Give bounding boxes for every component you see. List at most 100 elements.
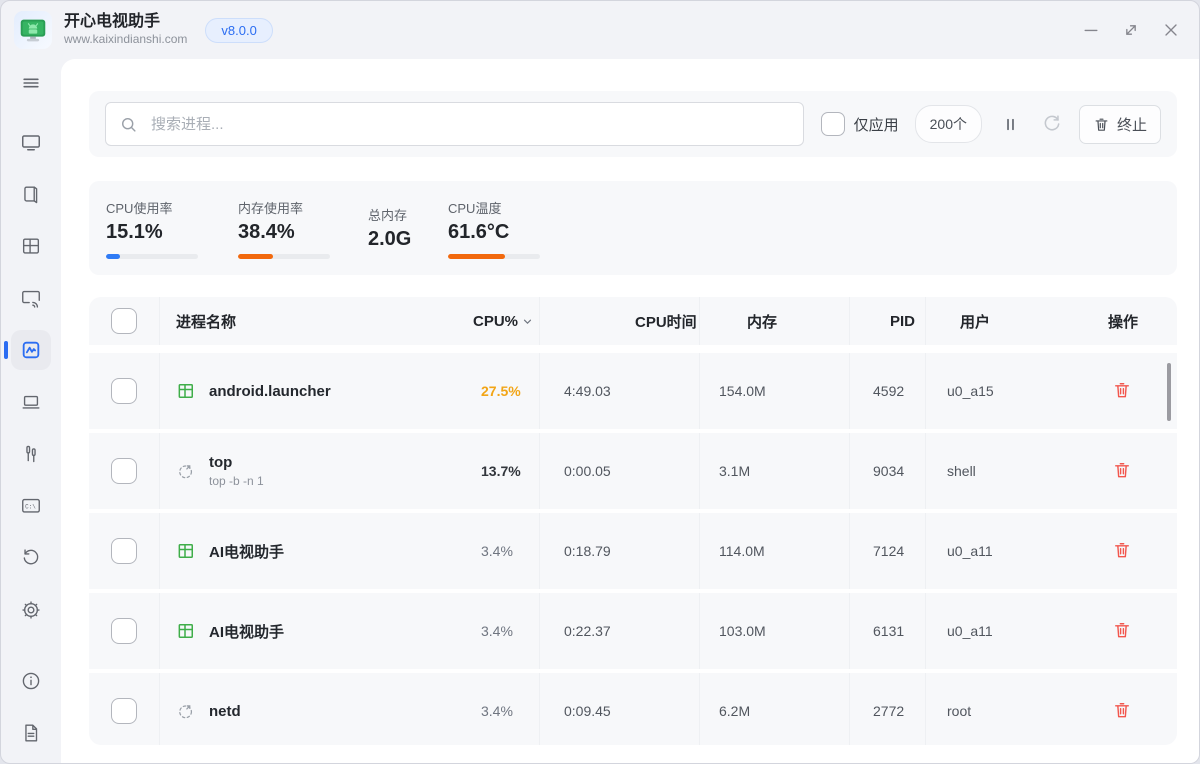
row-checkbox[interactable] xyxy=(111,378,137,404)
app-window-icon xyxy=(176,541,196,561)
sidebar-item-screencast[interactable] xyxy=(11,278,51,318)
process-name: netd xyxy=(209,702,241,720)
tools-icon xyxy=(26,445,36,463)
stat-progress-fill xyxy=(448,253,506,259)
cpu-time: 0:00.05 xyxy=(564,463,611,479)
header-user[interactable]: 用户 xyxy=(925,297,1069,345)
cpu-percent: 3.4% xyxy=(481,543,513,559)
header-pid[interactable]: PID xyxy=(849,297,925,345)
minimize-button[interactable] xyxy=(1079,18,1103,42)
sidebar-item-info[interactable] xyxy=(11,661,51,701)
cpu-percent: 13.7% xyxy=(481,463,521,479)
refresh-button[interactable] xyxy=(1040,112,1064,136)
sidebar-item-tools[interactable] xyxy=(11,434,51,474)
sidebar-item-settings[interactable] xyxy=(11,590,51,630)
apps-only-toggle[interactable]: 仅应用 xyxy=(820,112,899,136)
app-window-icon xyxy=(176,381,196,401)
table-row[interactable]: AI电视助手 3.4% 0:18.79 114.0M 7124 u0_a11 xyxy=(89,513,1177,589)
app-logo xyxy=(14,11,52,49)
search-input[interactable] xyxy=(149,114,790,134)
main-content: 仅应用 200个 终止 CPU使用率 15.1% xyxy=(61,59,1199,763)
sidebar: C:\ xyxy=(1,59,61,763)
stat-value: 2.0G xyxy=(368,228,412,250)
svg-text:C:\: C:\ xyxy=(25,503,36,510)
stat-progress-fill xyxy=(238,253,273,259)
terminate-button[interactable]: 终止 xyxy=(1078,104,1161,144)
stat-label: CPU温度 xyxy=(448,200,502,216)
row-checkbox[interactable] xyxy=(111,618,137,644)
process-icon xyxy=(176,461,196,481)
kill-process-button[interactable] xyxy=(1112,380,1134,402)
sidebar-item-apps[interactable] xyxy=(11,226,51,266)
header-cpu[interactable]: CPU% xyxy=(465,297,539,345)
header-memory[interactable]: 内存 xyxy=(699,297,849,345)
cpu-percent: 3.4% xyxy=(481,623,513,639)
refresh-icon xyxy=(1044,115,1060,131)
kill-process-button[interactable] xyxy=(1112,620,1134,642)
app-title: 开心电视助手 xyxy=(64,12,161,30)
row-checkbox[interactable] xyxy=(111,538,137,564)
maximize-icon xyxy=(1126,25,1136,35)
maximize-button[interactable] xyxy=(1119,18,1143,42)
memory: 6.2M xyxy=(719,703,751,719)
stat-progress-track xyxy=(106,253,198,259)
kill-process-button[interactable] xyxy=(1112,540,1134,562)
table-scrollbar[interactable] xyxy=(1167,363,1171,421)
minimize-icon xyxy=(1084,29,1098,32)
table-row[interactable]: top top -b -n 1 13.7% 0:00.05 3.1M 9034 … xyxy=(89,433,1177,509)
select-all-checkbox[interactable] xyxy=(111,308,137,334)
process-name: top xyxy=(209,454,233,471)
sidebar-item-tv[interactable] xyxy=(11,122,51,162)
close-button[interactable] xyxy=(1159,18,1183,42)
kill-process-button[interactable] xyxy=(1112,460,1134,482)
table-row[interactable]: netd 3.4% 0:09.45 6.2M 2772 root xyxy=(89,673,1177,745)
process-table: 进程名称 CPU% CPU时间 内存 PID 用户 操作 android.lau… xyxy=(89,297,1177,745)
pid: 9034 xyxy=(873,463,905,479)
user: u0_a11 xyxy=(947,623,993,639)
stat-cpu-temperature: CPU温度 61.6°C xyxy=(448,198,588,259)
sidebar-item-history[interactable] xyxy=(11,538,51,578)
table-row[interactable]: AI电视助手 3.4% 0:22.37 103.0M 6131 u0_a11 xyxy=(89,593,1177,669)
search-box[interactable] xyxy=(105,102,804,146)
row-checkbox[interactable] xyxy=(111,458,137,484)
pause-button[interactable] xyxy=(999,112,1023,136)
stat-progress-track xyxy=(238,253,330,259)
tv-icon xyxy=(22,135,40,151)
sidebar-item-log-file[interactable] xyxy=(11,713,51,753)
header-cpu-time[interactable]: CPU时间 xyxy=(539,297,699,345)
info-icon xyxy=(22,672,40,690)
trash-icon xyxy=(1115,383,1129,398)
kill-process-button[interactable] xyxy=(1112,700,1134,722)
trash-icon xyxy=(1115,543,1129,558)
user: shell xyxy=(947,463,976,479)
memory: 3.1M xyxy=(719,463,751,479)
cpu-percent: 27.5% xyxy=(481,383,521,399)
settings-gear-icon xyxy=(22,601,40,619)
search-icon xyxy=(122,117,136,132)
sort-chevron-down-icon xyxy=(521,315,534,328)
app-window: 开心电视助手 www.kaixindianshi.com v8.0.0 C:\ … xyxy=(0,0,1200,764)
apps-only-checkbox[interactable] xyxy=(820,112,845,136)
cpu-time: 0:22.37 xyxy=(564,623,611,639)
table-row[interactable]: android.launcher 27.5% 4:49.03 154.0M 45… xyxy=(89,353,1177,429)
row-checkbox[interactable] xyxy=(111,698,137,724)
process-count-badge: 200个 xyxy=(914,105,982,143)
sidebar-item-terminal[interactable]: C:\ xyxy=(11,486,51,526)
user: u0_a15 xyxy=(947,383,994,399)
sidebar-item-menu[interactable] xyxy=(11,63,51,103)
stat-total-memory: 总内存 2.0G xyxy=(368,205,448,251)
history-refresh-icon xyxy=(23,549,39,565)
menu-icon xyxy=(23,78,39,88)
sidebar-item-book[interactable] xyxy=(11,174,51,214)
process-command: top -b -n 1 xyxy=(209,474,264,488)
cpu-time: 0:09.45 xyxy=(564,703,611,719)
process-name: android.launcher xyxy=(209,382,331,400)
stat-value: 15.1% xyxy=(106,220,163,243)
cpu-time: 0:18.79 xyxy=(564,543,611,559)
sidebar-item-laptop[interactable] xyxy=(11,382,51,422)
trash-icon xyxy=(1115,463,1129,478)
sidebar-item-performance[interactable] xyxy=(4,330,51,370)
header-process-name[interactable]: 进程名称 xyxy=(159,297,465,345)
apps-only-label: 仅应用 xyxy=(853,116,899,134)
stat-value: 61.6°C xyxy=(448,220,510,243)
